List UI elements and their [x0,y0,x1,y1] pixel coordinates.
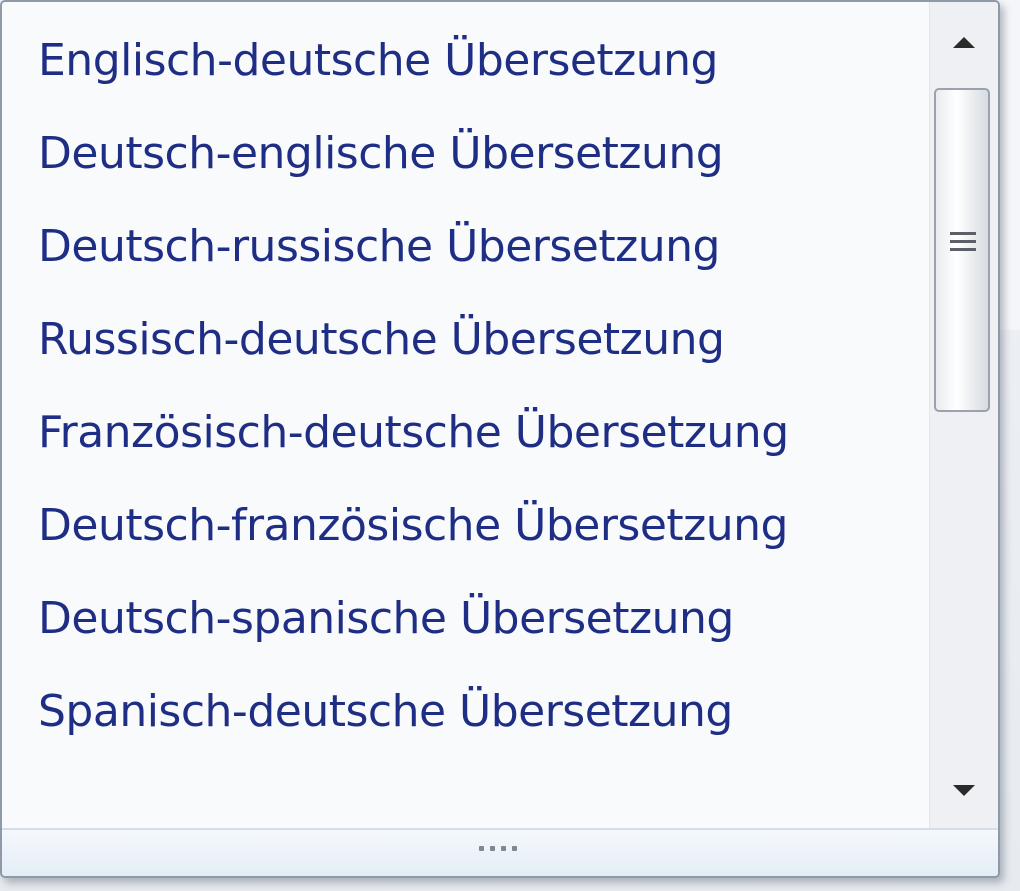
list-item-german-english[interactable]: Deutsch-englische Übersetzung [2,107,930,200]
list-item-spanish-german[interactable]: Spanisch-deutsche Übersetzung [2,665,930,758]
dropdown-list: Englisch-deutsche Übersetzung Deutsch-en… [2,2,930,830]
chevron-down-icon [953,784,975,796]
grip-lines-icon [950,232,976,256]
list-item-german-russian[interactable]: Deutsch-russische Übersetzung [2,200,930,293]
list-item-english-german[interactable]: Englisch-deutsche Übersetzung [2,14,930,107]
scrollbar-thumb[interactable] [934,88,990,412]
list-item-russian-german[interactable]: Russisch-deutsche Übersetzung [2,293,930,386]
vertical-scrollbar[interactable] [929,2,998,830]
list-item-french-german[interactable]: Französisch-deutsche Übersetzung [2,386,930,479]
resize-handle[interactable] [2,828,998,876]
chevron-up-icon [953,36,975,48]
resize-grip-icon [479,846,517,851]
list-item-german-french[interactable]: Deutsch-französische Übersetzung [2,479,930,572]
list-item-german-spanish[interactable]: Deutsch-spanische Übersetzung [2,572,930,665]
scroll-down-button[interactable] [930,750,998,830]
translation-dropdown: Englisch-deutsche Übersetzung Deutsch-en… [0,0,1000,878]
scroll-up-button[interactable] [930,2,998,82]
